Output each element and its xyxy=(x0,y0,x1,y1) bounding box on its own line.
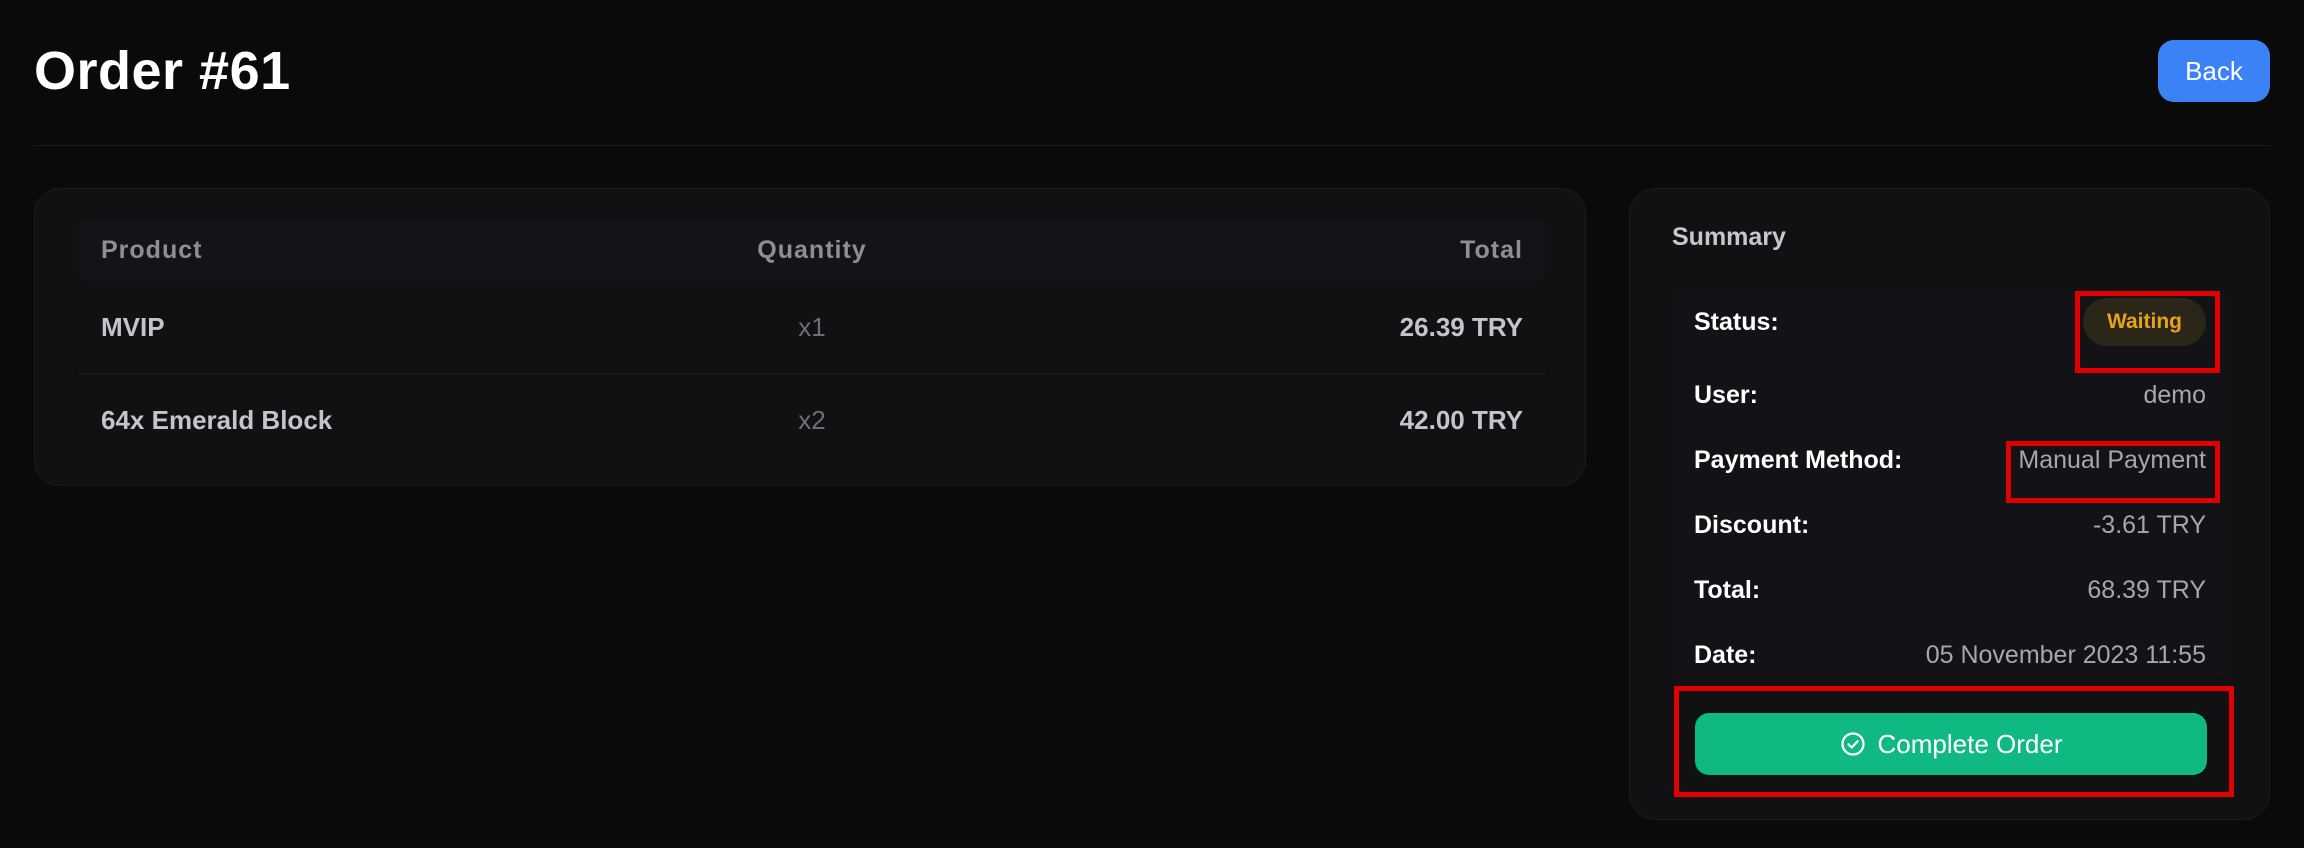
discount-value: -3.61 TRY xyxy=(2092,510,2206,539)
status-row: Status: Waiting xyxy=(1694,298,2206,346)
table-row: 64x Emerald Block x2 42.00 TRY xyxy=(79,374,1545,466)
payment-method-row: Payment Method: Manual Payment xyxy=(1694,440,2206,480)
complete-order-button[interactable]: Complete Order xyxy=(1695,713,2207,775)
page-title: Order #61 xyxy=(34,41,291,101)
row-total: 26.39 TRY xyxy=(1399,311,1523,342)
summary-details: Status: Waiting User: demo Payment Metho… xyxy=(1672,293,2228,679)
complete-order-label: Complete Order xyxy=(1877,728,2063,759)
check-circle-icon xyxy=(1840,731,1866,757)
user-value: demo xyxy=(2143,380,2206,409)
order-page: Order #61 Back Product Quantity Total MV… xyxy=(0,0,2304,848)
products-table: Product Quantity Total MVIP x1 26.39 TRY… xyxy=(79,219,1545,466)
table-header: Product Quantity Total xyxy=(79,219,1545,281)
header-total: Total xyxy=(1460,235,1523,264)
products-card: Product Quantity Total MVIP x1 26.39 TRY… xyxy=(34,188,1586,486)
user-label: User: xyxy=(1694,380,1758,409)
row-quantity: x1 xyxy=(798,311,826,342)
row-total: 42.00 TRY xyxy=(1399,404,1523,435)
discount-row: Discount: -3.61 TRY xyxy=(1694,505,2206,545)
row-quantity: x2 xyxy=(798,404,826,435)
date-value: 05 November 2023 11:55 xyxy=(1925,640,2206,669)
table-row: MVIP x1 26.39 TRY xyxy=(79,281,1545,374)
header-quantity: Quantity xyxy=(757,235,867,264)
total-value: 68.39 TRY xyxy=(2087,575,2206,604)
date-label: Date: xyxy=(1694,640,1757,669)
status-badge: Waiting xyxy=(2082,298,2206,346)
payment-method-value: Manual Payment xyxy=(2018,445,2206,474)
date-row: Date: 05 November 2023 11:55 xyxy=(1694,635,2206,675)
summary-title: Summary xyxy=(1672,223,1786,251)
header-divider xyxy=(34,145,2270,146)
back-button[interactable]: Back xyxy=(2158,40,2270,102)
total-row: Total: 68.39 TRY xyxy=(1694,570,2206,610)
user-row: User: demo xyxy=(1694,375,2206,415)
discount-label: Discount: xyxy=(1694,510,1810,539)
total-label: Total: xyxy=(1694,575,1761,604)
summary-card: Summary Status: Waiting User: demo Payme… xyxy=(1629,188,2270,820)
status-label: Status: xyxy=(1694,307,1779,336)
payment-method-label: Payment Method: xyxy=(1694,445,1903,474)
